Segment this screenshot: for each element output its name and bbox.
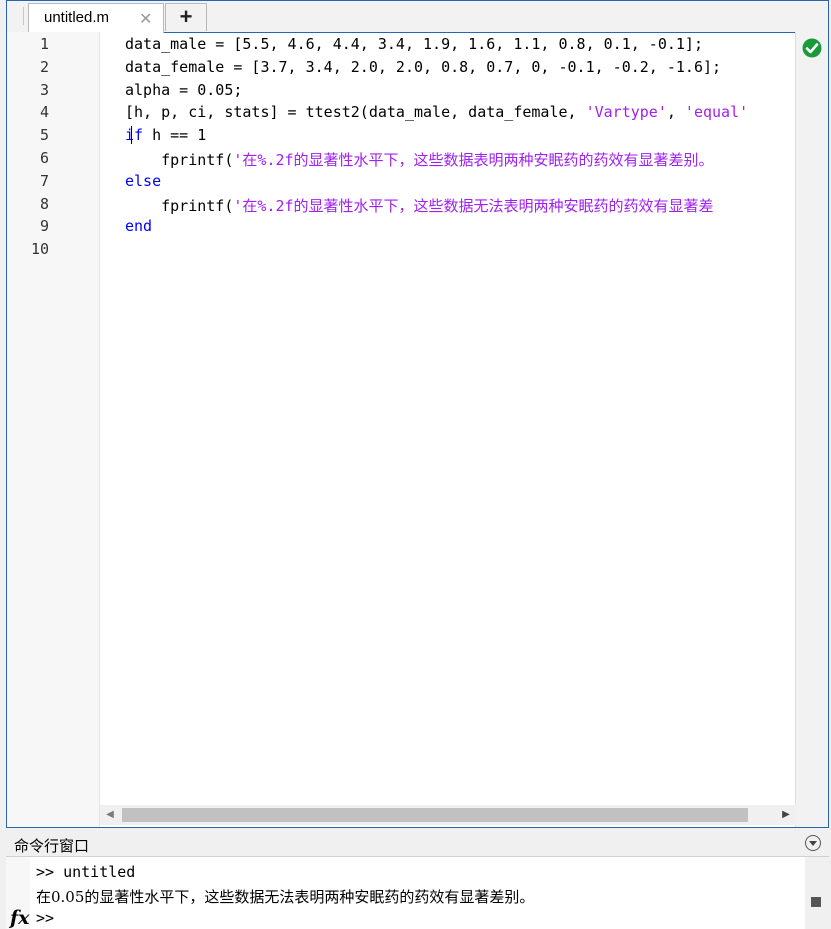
string-literal: 在 — [242, 151, 258, 169]
fx-icon[interactable]: fx — [10, 907, 30, 929]
line-number: 10 — [30, 240, 49, 258]
command-window[interactable]: >> untitled 在0.05的显著性水平下，这些数据无法表明两种安眠药的药… — [6, 856, 829, 929]
tab-untitled-m[interactable]: untitled.m ✕ — [28, 3, 164, 33]
code-line-4[interactable]: [h, p, ci, stats] = ttest2(data_male, da… — [125, 103, 748, 121]
code-line-8[interactable]: fprintf('在%.2f的显著性水平下，这些数据无法表明两种安眠药的药效有显… — [125, 195, 714, 216]
code-line-2[interactable]: data_female = [3.7, 3.4, 2.0, 2.0, 0.8, … — [125, 58, 721, 76]
keyword: else — [125, 172, 162, 190]
code-analyzer-rail — [795, 32, 828, 827]
code-text: [h, p, ci, stats] = ttest2(data_male, da… — [125, 103, 586, 121]
tab-label: untitled.m — [44, 9, 110, 26]
string-literal: 'equal' — [684, 103, 749, 121]
string-literal: 的显著性水平下，这些数据无法表明两种安眠药的药效有显著差 — [293, 197, 714, 215]
line-number: 7 — [39, 172, 49, 190]
dropdown-menu-icon[interactable] — [805, 835, 821, 851]
code-text: h == 1 — [143, 126, 207, 144]
keyword: end — [125, 217, 153, 235]
line-number: 3 — [39, 81, 49, 99]
code-line-6[interactable]: fprintf('在%.2f的显著性水平下，这些数据表明两种安眠药的药效有显著差… — [125, 149, 714, 170]
string-literal: 的显著性水平下，这些数据表明两种安眠药的药效有显著差别。 — [293, 151, 714, 169]
string-literal: 在 — [242, 197, 258, 215]
editor-tab-bar: untitled.m ✕ + — [7, 1, 828, 33]
line-number: 5 — [39, 126, 49, 144]
line-number: 8 — [39, 195, 49, 213]
line-number: 4 — [39, 103, 49, 121]
command-output-line: 在0.05的显著性水平下，这些数据无法表明两种安眠药的药效有显著差别。 — [36, 888, 535, 906]
line-number-gutter: 1 2 3 4 5 6 7 8 9 10 — [7, 32, 100, 827]
check-circle-icon[interactable] — [802, 38, 822, 58]
scrollbar-thumb[interactable] — [811, 897, 821, 907]
code-text: fprintf( — [125, 151, 234, 169]
tab-bar-divider — [23, 7, 24, 25]
keyword: if — [125, 126, 144, 144]
code-line-5[interactable]: if h == 1 — [125, 126, 206, 144]
code-line-3[interactable]: alpha = 0.05; — [125, 81, 242, 99]
string-literal: 'Vartype' — [585, 103, 667, 121]
close-icon[interactable]: ✕ — [139, 9, 152, 29]
line-number: 2 — [39, 58, 49, 76]
add-tab-button[interactable]: + — [165, 3, 207, 31]
code-text: fprintf( — [125, 197, 234, 215]
code-text: , — [666, 103, 685, 121]
line-number: 1 — [39, 35, 49, 53]
string-literal: %.2f — [257, 197, 294, 215]
code-line-9[interactable]: end — [125, 217, 152, 235]
command-window-title: 命令行窗口 — [14, 837, 90, 855]
line-number: 9 — [39, 217, 49, 235]
scroll-left-arrow-icon[interactable]: ◀ — [100, 805, 120, 825]
code-area[interactable]: data_male = [5.5, 4.6, 4.4, 3.4, 1.9, 1.… — [100, 32, 796, 805]
code-line-7[interactable]: else — [125, 172, 161, 190]
string-literal: %.2f — [257, 151, 294, 169]
command-window-header: 命令行窗口 — [6, 832, 829, 856]
text-caret — [131, 126, 132, 144]
scrollbar-thumb[interactable] — [122, 808, 748, 822]
code-line-1[interactable]: data_male = [5.5, 4.6, 4.4, 3.4, 1.9, 1.… — [125, 35, 703, 53]
horizontal-scrollbar[interactable]: ◀ ▶ — [100, 805, 796, 825]
command-history-line: >> untitled — [36, 863, 136, 881]
scroll-right-arrow-icon[interactable]: ▶ — [776, 805, 796, 825]
editor-window: untitled.m ✕ + 1 2 3 4 5 6 7 8 9 10 data… — [6, 0, 829, 828]
command-prompt[interactable]: >> — [36, 909, 54, 927]
line-number: 6 — [39, 149, 49, 167]
command-vertical-scrollbar[interactable] — [805, 857, 829, 929]
